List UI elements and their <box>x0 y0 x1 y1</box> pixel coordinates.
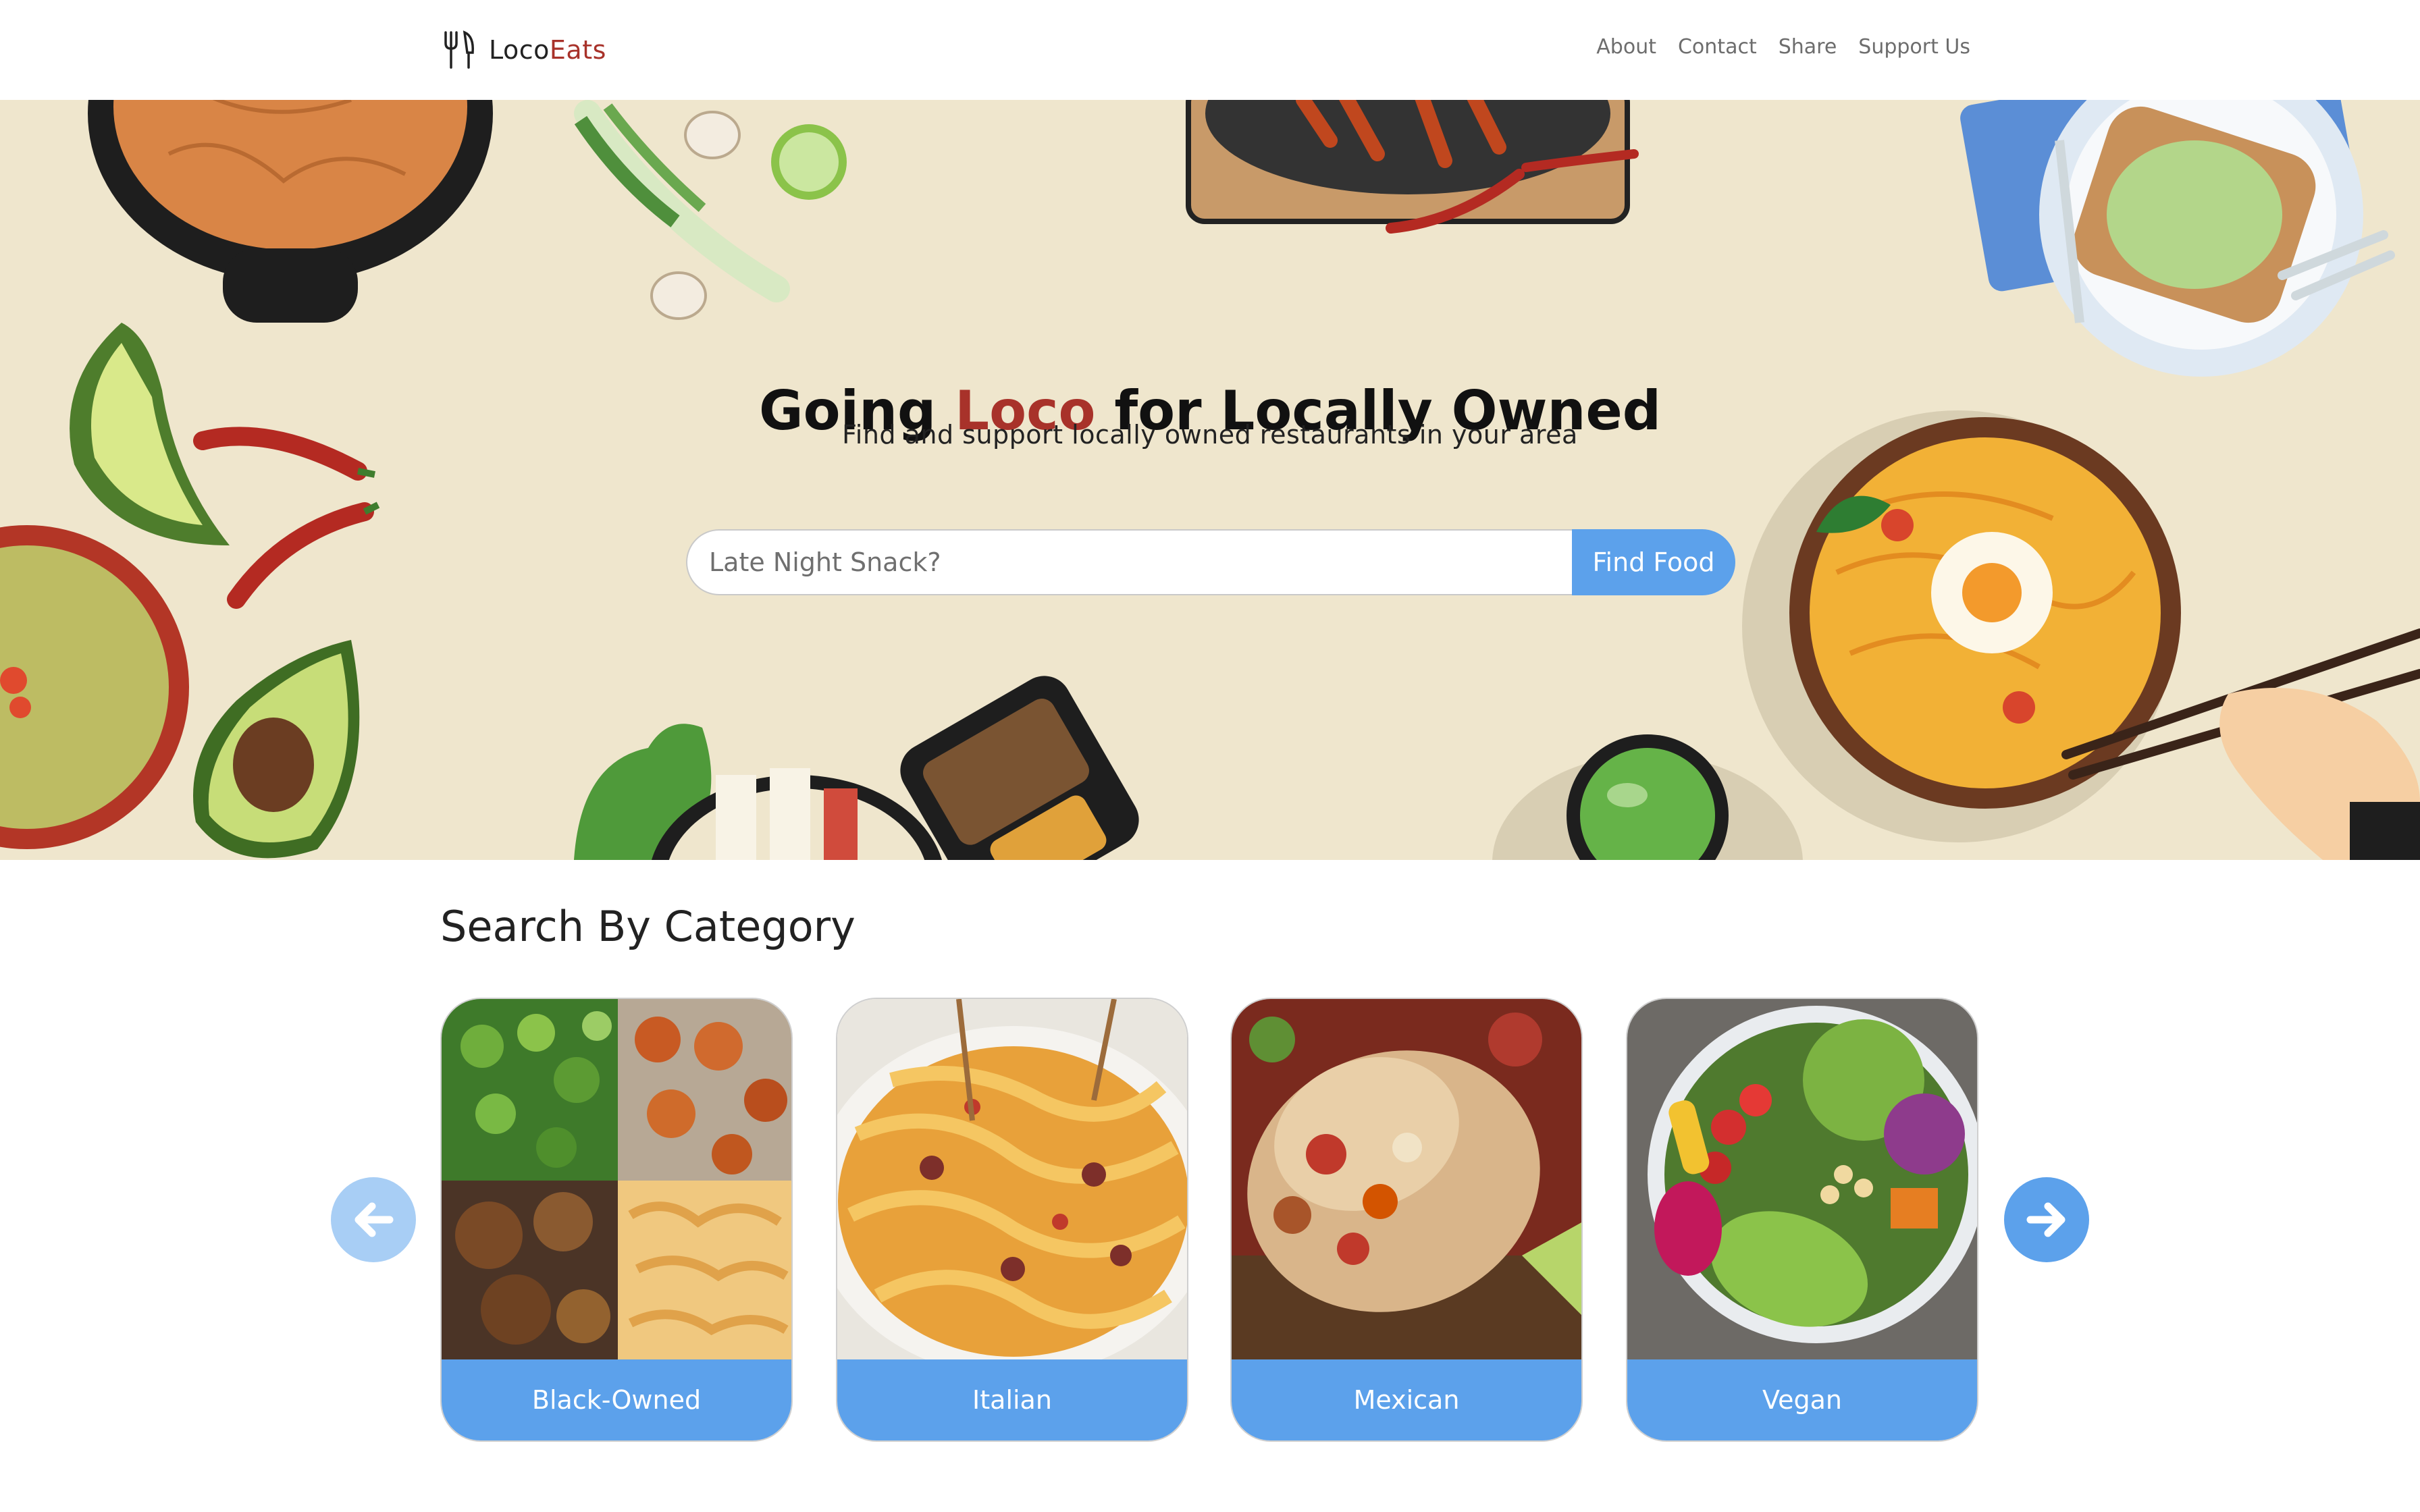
fork-knife-icon <box>444 30 474 69</box>
top-navbar: LocoEats About Contact Share Support Us <box>0 0 2420 100</box>
brand-name-part1: Loco <box>489 35 550 65</box>
nav-support-us[interactable]: Support Us <box>1858 35 1970 59</box>
category-label: Italian <box>837 1359 1187 1440</box>
brand-logo[interactable]: LocoEats <box>440 30 606 70</box>
arrow-right-icon <box>2026 1202 2066 1237</box>
search-input[interactable] <box>686 529 1572 595</box>
hero-subtitle: Find and support locally owned restauran… <box>842 420 1578 450</box>
carousel-next-button[interactable] <box>2004 1177 2089 1262</box>
category-card-vegan[interactable]: Vegan <box>1626 998 1978 1442</box>
category-section-title: Search By Category <box>440 902 856 951</box>
category-card-mexican[interactable]: Mexican <box>1230 998 1583 1442</box>
nav-contact[interactable]: Contact <box>1678 35 1757 59</box>
food-illustration <box>0 100 2420 860</box>
category-card-italian[interactable]: Italian <box>836 998 1188 1442</box>
category-image-mexican <box>1232 999 1581 1362</box>
main-nav: About Contact Share Support Us <box>1596 35 1970 59</box>
search-bar: Find Food <box>686 529 1735 595</box>
category-image-black-owned <box>442 999 791 1362</box>
nav-about[interactable]: About <box>1596 35 1656 59</box>
category-label: Vegan <box>1627 1359 1977 1440</box>
category-label: Mexican <box>1232 1359 1581 1440</box>
category-image-vegan <box>1627 999 1977 1362</box>
category-image-italian <box>837 999 1187 1362</box>
carousel-prev-button[interactable] <box>331 1177 416 1262</box>
find-food-button[interactable]: Find Food <box>1572 529 1735 595</box>
brand-name-part2: Eats <box>549 35 606 65</box>
hero-banner: Going Loco for Locally Owned Find and su… <box>0 100 2420 860</box>
arrow-left-icon <box>354 1202 394 1237</box>
category-label: Black-Owned <box>442 1359 791 1440</box>
nav-share[interactable]: Share <box>1779 35 1837 59</box>
category-card-black-owned[interactable]: Black-Owned <box>440 998 793 1442</box>
